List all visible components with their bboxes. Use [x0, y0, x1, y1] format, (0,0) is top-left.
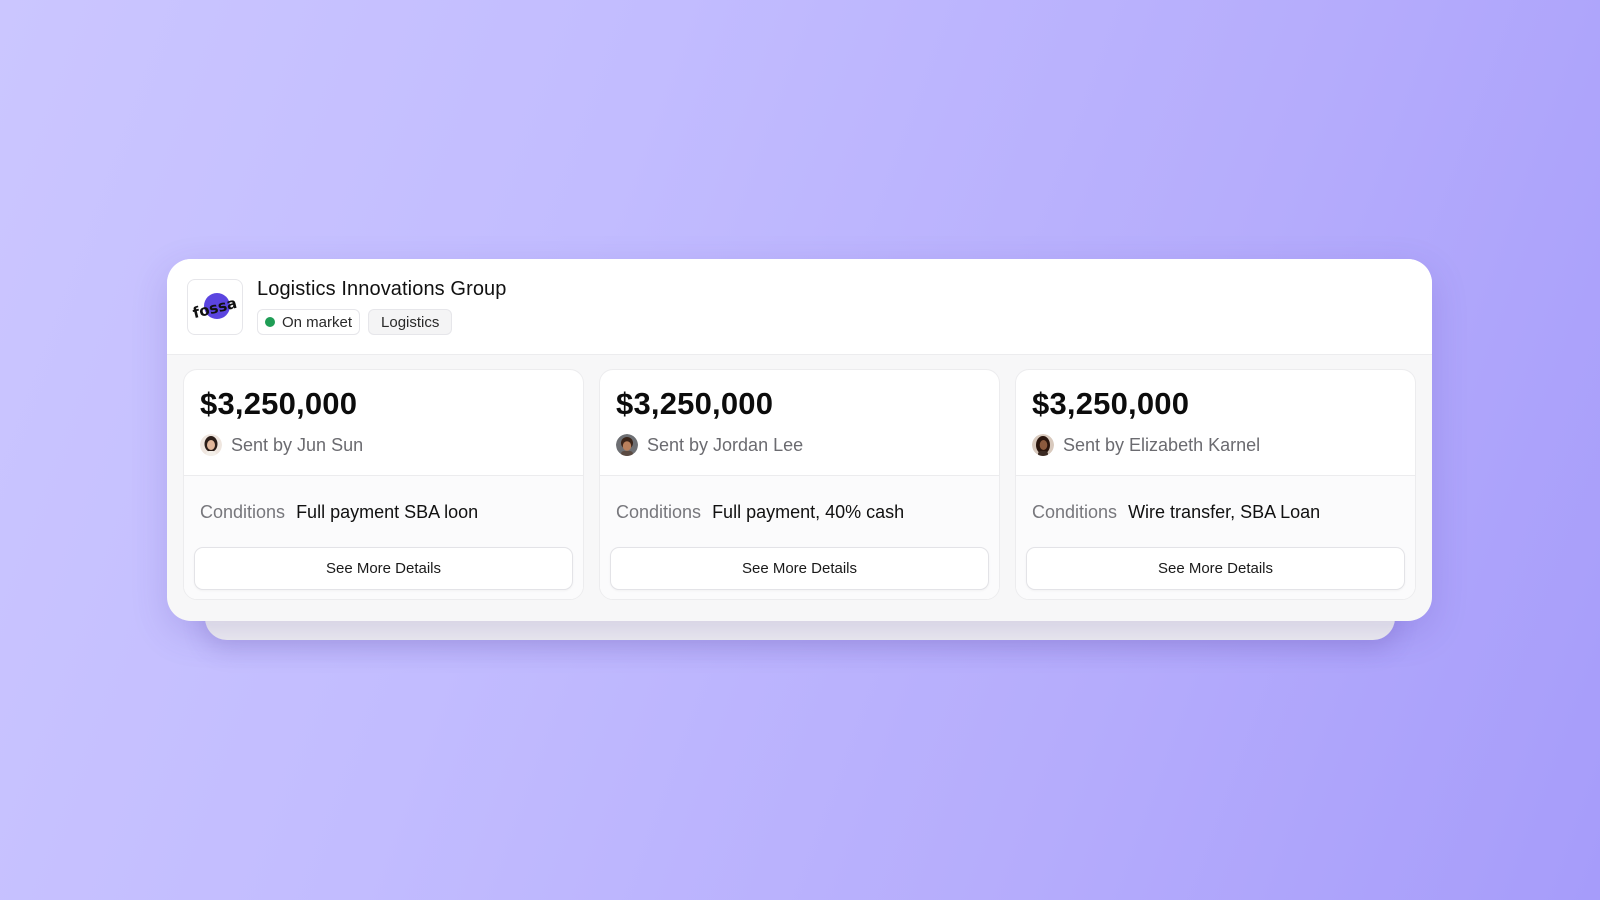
fossa-logo-icon: fossa [192, 292, 238, 322]
see-more-details-button[interactable]: See More Details [1026, 547, 1405, 590]
offer-conditions: Conditions Full payment, 40% cash [610, 502, 989, 523]
conditions-label: Conditions [200, 502, 286, 522]
offer-summary: $3,250,000 Sent by Jordan Lee [600, 370, 999, 476]
person-avatar-icon [200, 434, 222, 456]
listing-badges: On market Logistics [257, 309, 507, 335]
status-dot-icon [265, 317, 275, 327]
listing-offers-card: fossa Logistics Innovations Group On mar… [167, 259, 1432, 621]
offer-conditions: Conditions Full payment SBA loon [194, 502, 573, 523]
sender-name: Sent by Jordan Lee [647, 434, 804, 455]
offer-details: Conditions Wire transfer, SBA Loan See M… [1016, 476, 1415, 599]
conditions-value: Full payment, 40% cash [712, 502, 905, 522]
person-avatar-icon [1032, 434, 1054, 456]
offer-card: $3,250,000 Sent by Elizabeth Karnel Cond… [1015, 369, 1416, 600]
status-badge: On market [257, 309, 361, 335]
offer-amount: $3,250,000 [200, 386, 358, 421]
offer-sender: Sent by Jun Sun [200, 434, 567, 456]
listing-header: fossa Logistics Innovations Group On mar… [167, 259, 1432, 355]
offer-summary: $3,250,000 Sent by Jun Sun [184, 370, 583, 476]
offer-amount: $3,250,000 [1032, 386, 1190, 421]
sender-name: Sent by Elizabeth Karnel [1063, 434, 1261, 455]
offer-sender: Sent by Jordan Lee [616, 434, 983, 456]
avatar [1032, 434, 1054, 456]
company-logo: fossa [187, 278, 243, 335]
company-name: Logistics Innovations Group [257, 278, 507, 300]
conditions-label: Conditions [1032, 502, 1118, 522]
offer-details: Conditions Full payment, 40% cash See Mo… [600, 476, 999, 599]
category-tag: Logistics [368, 309, 453, 335]
status-label: On market [282, 313, 353, 331]
offer-conditions: Conditions Wire transfer, SBA Loan [1026, 502, 1405, 523]
conditions-value: Full payment SBA loon [296, 502, 479, 522]
offer-sender: Sent by Elizabeth Karnel [1032, 434, 1399, 456]
category-label: Logistics [381, 313, 440, 331]
offer-amount: $3,250,000 [616, 386, 774, 421]
avatar [616, 434, 638, 456]
offer-card: $3,250,000 Sent by Jun Sun Conditions Fu… [183, 369, 584, 600]
avatar [200, 434, 222, 456]
conditions-value: Wire transfer, SBA Loan [1128, 502, 1321, 522]
see-more-details-button[interactable]: See More Details [194, 547, 573, 590]
conditions-label: Conditions [616, 502, 702, 522]
listing-info: Logistics Innovations Group On market Lo… [257, 278, 507, 335]
offer-card: $3,250,000 Sent by Jordan Lee Conditions… [599, 369, 1000, 600]
offers-list: $3,250,000 Sent by Jun Sun Conditions Fu… [167, 355, 1432, 600]
offer-summary: $3,250,000 Sent by Elizabeth Karnel [1016, 370, 1415, 476]
see-more-details-button[interactable]: See More Details [610, 547, 989, 590]
offer-details: Conditions Full payment SBA loon See Mor… [184, 476, 583, 599]
sender-name: Sent by Jun Sun [231, 434, 364, 455]
person-avatar-icon [616, 434, 638, 456]
